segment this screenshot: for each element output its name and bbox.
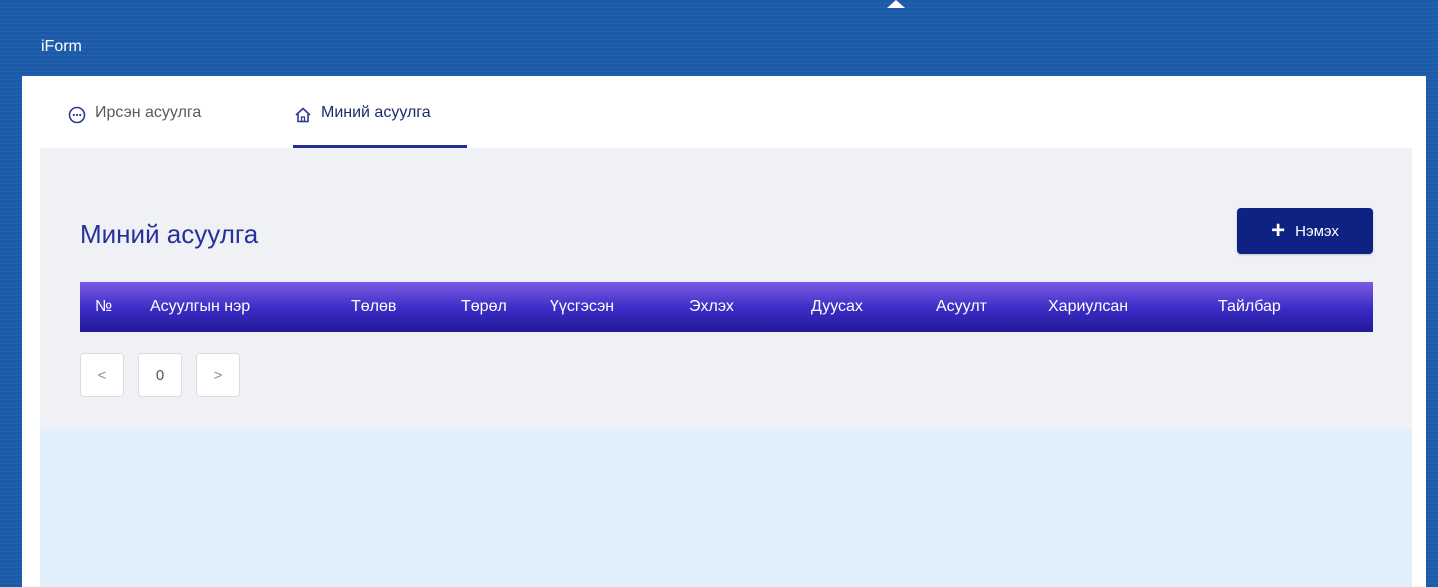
column-header-created[interactable]: Үүсгэсэн: [550, 298, 614, 316]
tab-my-surveys[interactable]: Миний асуулга: [293, 104, 431, 148]
column-header-number[interactable]: №: [95, 298, 112, 316]
tab-my-label: Миний асуулга: [321, 104, 431, 121]
content-panel: Миний асуулга + Нэмэх № Асуулгын нэр Төл…: [40, 148, 1412, 429]
chevron-right-icon: >: [213, 366, 223, 384]
tab-incoming-label: Ирсэн асуулга: [95, 104, 202, 121]
pagination-page-number[interactable]: 0: [138, 353, 182, 397]
pagination-prev-button[interactable]: <: [80, 353, 124, 397]
column-header-survey-name[interactable]: Асуулгын нэр: [150, 298, 250, 316]
top-notch: [887, 0, 905, 8]
page-title: Миний асуулга: [80, 219, 259, 249]
main-window: Ирсэн асуулга Миний асуулга Миний асуулг…: [22, 76, 1426, 587]
tab-incoming-surveys[interactable]: Ирсэн асуулга: [67, 104, 201, 148]
column-header-start[interactable]: Эхлэх: [689, 298, 734, 316]
column-header-status[interactable]: Төлөв: [351, 298, 396, 316]
column-header-questions[interactable]: Асуулт: [936, 298, 987, 316]
column-header-answered[interactable]: Хариулсан: [1048, 298, 1128, 316]
chevron-left-icon: <: [97, 366, 107, 384]
column-header-end[interactable]: Дуусах: [811, 298, 863, 316]
add-button[interactable]: + Нэмэх: [1237, 208, 1373, 254]
empty-content-area: [40, 429, 1412, 587]
column-header-type[interactable]: Төрөл: [461, 298, 507, 316]
home-icon: [293, 105, 313, 125]
plus-icon: +: [1271, 217, 1286, 244]
add-button-label: Нэмэх: [1295, 222, 1339, 240]
table-header: № Асуулгын нэр Төлөв Төрөл Үүсгэсэн Эхлэ…: [80, 282, 1373, 332]
app-title: iForm: [41, 38, 82, 55]
page-number: 0: [155, 366, 165, 384]
chat-bubble-icon: [67, 105, 87, 125]
pagination-next-button[interactable]: >: [196, 353, 240, 397]
tab-bar: Ирсэн асуулга Миний асуулга: [22, 76, 1426, 148]
column-header-description[interactable]: Тайлбар: [1218, 298, 1281, 316]
